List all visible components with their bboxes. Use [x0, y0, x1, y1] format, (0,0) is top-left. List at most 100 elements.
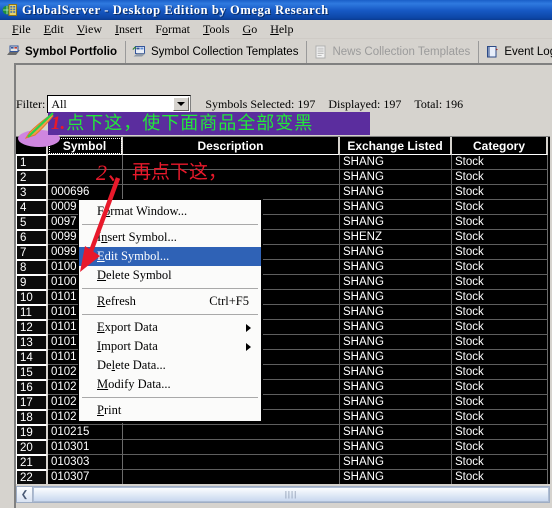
category-cell[interactable]: Stock — [452, 305, 548, 320]
menu-view[interactable]: View — [71, 21, 109, 38]
category-cell[interactable]: Stock — [452, 350, 548, 365]
category-cell[interactable]: Stock — [452, 290, 548, 305]
column-header-description[interactable]: Description — [123, 137, 340, 155]
context-menu-item-export-data[interactable]: Export Data — [79, 318, 261, 337]
description-cell[interactable] — [123, 185, 340, 200]
row-number-cell[interactable]: 9 — [16, 275, 48, 290]
category-cell[interactable]: Stock — [452, 380, 548, 395]
context-menu-item-refresh[interactable]: Refresh Ctrl+F5 — [79, 292, 261, 311]
exchange-listed-cell[interactable]: SHANG — [340, 305, 452, 320]
category-cell[interactable]: Stock — [452, 470, 548, 484]
menu-tools[interactable]: Tools — [197, 21, 237, 38]
horizontal-scrollbar[interactable]: ❮ |||| — [16, 486, 550, 503]
tab-symbol-collection-templates[interactable]: Symbol Collection Templates — [126, 41, 308, 63]
context-menu-item-delete-data[interactable]: Delete Data... — [79, 356, 261, 375]
row-number-cell[interactable]: 8 — [16, 260, 48, 275]
category-cell[interactable]: Stock — [452, 215, 548, 230]
category-cell[interactable]: Stock — [452, 200, 548, 215]
menu-go[interactable]: Go — [237, 21, 265, 38]
exchange-listed-cell[interactable]: SHANG — [340, 395, 452, 410]
table-row[interactable]: 1 SHANG Stock — [16, 155, 550, 170]
context-menu-item-format-window[interactable]: Format Window... — [79, 202, 261, 221]
description-cell[interactable] — [123, 155, 340, 170]
exchange-listed-cell[interactable]: SHANG — [340, 470, 452, 484]
tab-symbol-portfolio[interactable]: Symbol Portfolio — [0, 41, 126, 63]
category-cell[interactable]: Stock — [452, 425, 548, 440]
table-row[interactable]: 19 010215 SHANG Stock — [16, 425, 550, 440]
category-cell[interactable]: Stock — [452, 245, 548, 260]
tab-news-collection-templates[interactable]: News Collection Templates — [307, 41, 480, 63]
description-cell[interactable] — [123, 455, 340, 470]
row-number-cell[interactable]: 15 — [16, 365, 48, 380]
chevron-left-icon[interactable]: ❮ — [17, 487, 33, 502]
row-number-cell[interactable]: 6 — [16, 230, 48, 245]
category-cell[interactable]: Stock — [452, 260, 548, 275]
context-menu-item-modify-data[interactable]: Modify Data... — [79, 375, 261, 394]
context-menu-item-insert-symbol[interactable]: Insert Symbol... — [79, 228, 261, 247]
column-header-symbol[interactable]: Symbol — [48, 137, 123, 155]
description-cell[interactable] — [123, 440, 340, 455]
context-menu-item-import-data[interactable]: Import Data — [79, 337, 261, 356]
table-row[interactable]: 20 010301 SHANG Stock — [16, 440, 550, 455]
filter-combobox[interactable]: All — [47, 95, 192, 113]
scrollbar-thumb[interactable]: |||| — [33, 487, 549, 502]
exchange-listed-cell[interactable]: SHANG — [340, 380, 452, 395]
exchange-listed-cell[interactable]: SHANG — [340, 350, 452, 365]
row-number-cell[interactable]: 16 — [16, 380, 48, 395]
category-cell[interactable]: Stock — [452, 185, 548, 200]
exchange-listed-cell[interactable]: SHANG — [340, 155, 452, 170]
context-menu-item-edit-symbol[interactable]: Edit Symbol... — [79, 247, 261, 266]
context-menu-item-print[interactable]: Print — [79, 401, 261, 420]
column-header-category[interactable]: Category — [452, 137, 548, 155]
row-number-cell[interactable]: 4 — [16, 200, 48, 215]
row-number-cell[interactable]: 12 — [16, 320, 48, 335]
column-header-exchange-listed[interactable]: Exchange Listed — [340, 137, 452, 155]
exchange-listed-cell[interactable]: SHANG — [340, 410, 452, 425]
row-number-cell[interactable]: 1 — [16, 155, 48, 170]
table-row[interactable]: 2 SHANG Stock — [16, 170, 550, 185]
category-cell[interactable]: Stock — [452, 155, 548, 170]
symbol-cell[interactable]: 010215 — [48, 425, 123, 440]
category-cell[interactable]: Stock — [452, 365, 548, 380]
table-row[interactable]: 21 010303 SHANG Stock — [16, 455, 550, 470]
description-cell[interactable] — [123, 425, 340, 440]
description-cell[interactable] — [123, 170, 340, 185]
menu-help[interactable]: Help — [264, 21, 300, 38]
menu-edit[interactable]: Edit — [38, 21, 71, 38]
exchange-listed-cell[interactable]: SHANG — [340, 455, 452, 470]
row-number-cell[interactable]: 20 — [16, 440, 48, 455]
menu-format[interactable]: Format — [149, 21, 197, 38]
description-cell[interactable] — [123, 470, 340, 484]
exchange-listed-cell[interactable]: SHENZ — [340, 230, 452, 245]
context-menu-item-delete-symbol[interactable]: Delete Symbol — [79, 266, 261, 285]
row-number-cell[interactable]: 19 — [16, 425, 48, 440]
row-number-cell[interactable]: 14 — [16, 350, 48, 365]
menu-file[interactable]: File — [6, 21, 38, 38]
tab-event-log[interactable]: Event Log — [479, 41, 552, 63]
row-number-cell[interactable]: 5 — [16, 215, 48, 230]
row-number-cell[interactable]: 2 — [16, 170, 48, 185]
category-cell[interactable]: Stock — [452, 275, 548, 290]
row-number-cell[interactable]: 13 — [16, 335, 48, 350]
exchange-listed-cell[interactable]: SHANG — [340, 200, 452, 215]
category-cell[interactable]: Stock — [452, 320, 548, 335]
row-number-cell[interactable]: 11 — [16, 305, 48, 320]
category-cell[interactable]: Stock — [452, 440, 548, 455]
row-number-cell[interactable]: 18 — [16, 410, 48, 425]
category-cell[interactable]: Stock — [452, 230, 548, 245]
symbol-cell[interactable] — [48, 170, 123, 185]
table-row[interactable]: 22 010307 SHANG Stock — [16, 470, 550, 484]
symbol-cell[interactable]: 000696 — [48, 185, 123, 200]
exchange-listed-cell[interactable]: SHANG — [340, 335, 452, 350]
symbol-cell[interactable] — [48, 155, 123, 170]
exchange-listed-cell[interactable]: SHANG — [340, 215, 452, 230]
symbol-cell[interactable]: 010301 — [48, 440, 123, 455]
category-cell[interactable]: Stock — [452, 395, 548, 410]
row-number-cell[interactable]: 22 — [16, 470, 48, 484]
category-cell[interactable]: Stock — [452, 170, 548, 185]
symbol-cell[interactable]: 010303 — [48, 455, 123, 470]
category-cell[interactable]: Stock — [452, 455, 548, 470]
exchange-listed-cell[interactable]: SHANG — [340, 170, 452, 185]
exchange-listed-cell[interactable]: SHANG — [340, 185, 452, 200]
exchange-listed-cell[interactable]: SHANG — [340, 275, 452, 290]
